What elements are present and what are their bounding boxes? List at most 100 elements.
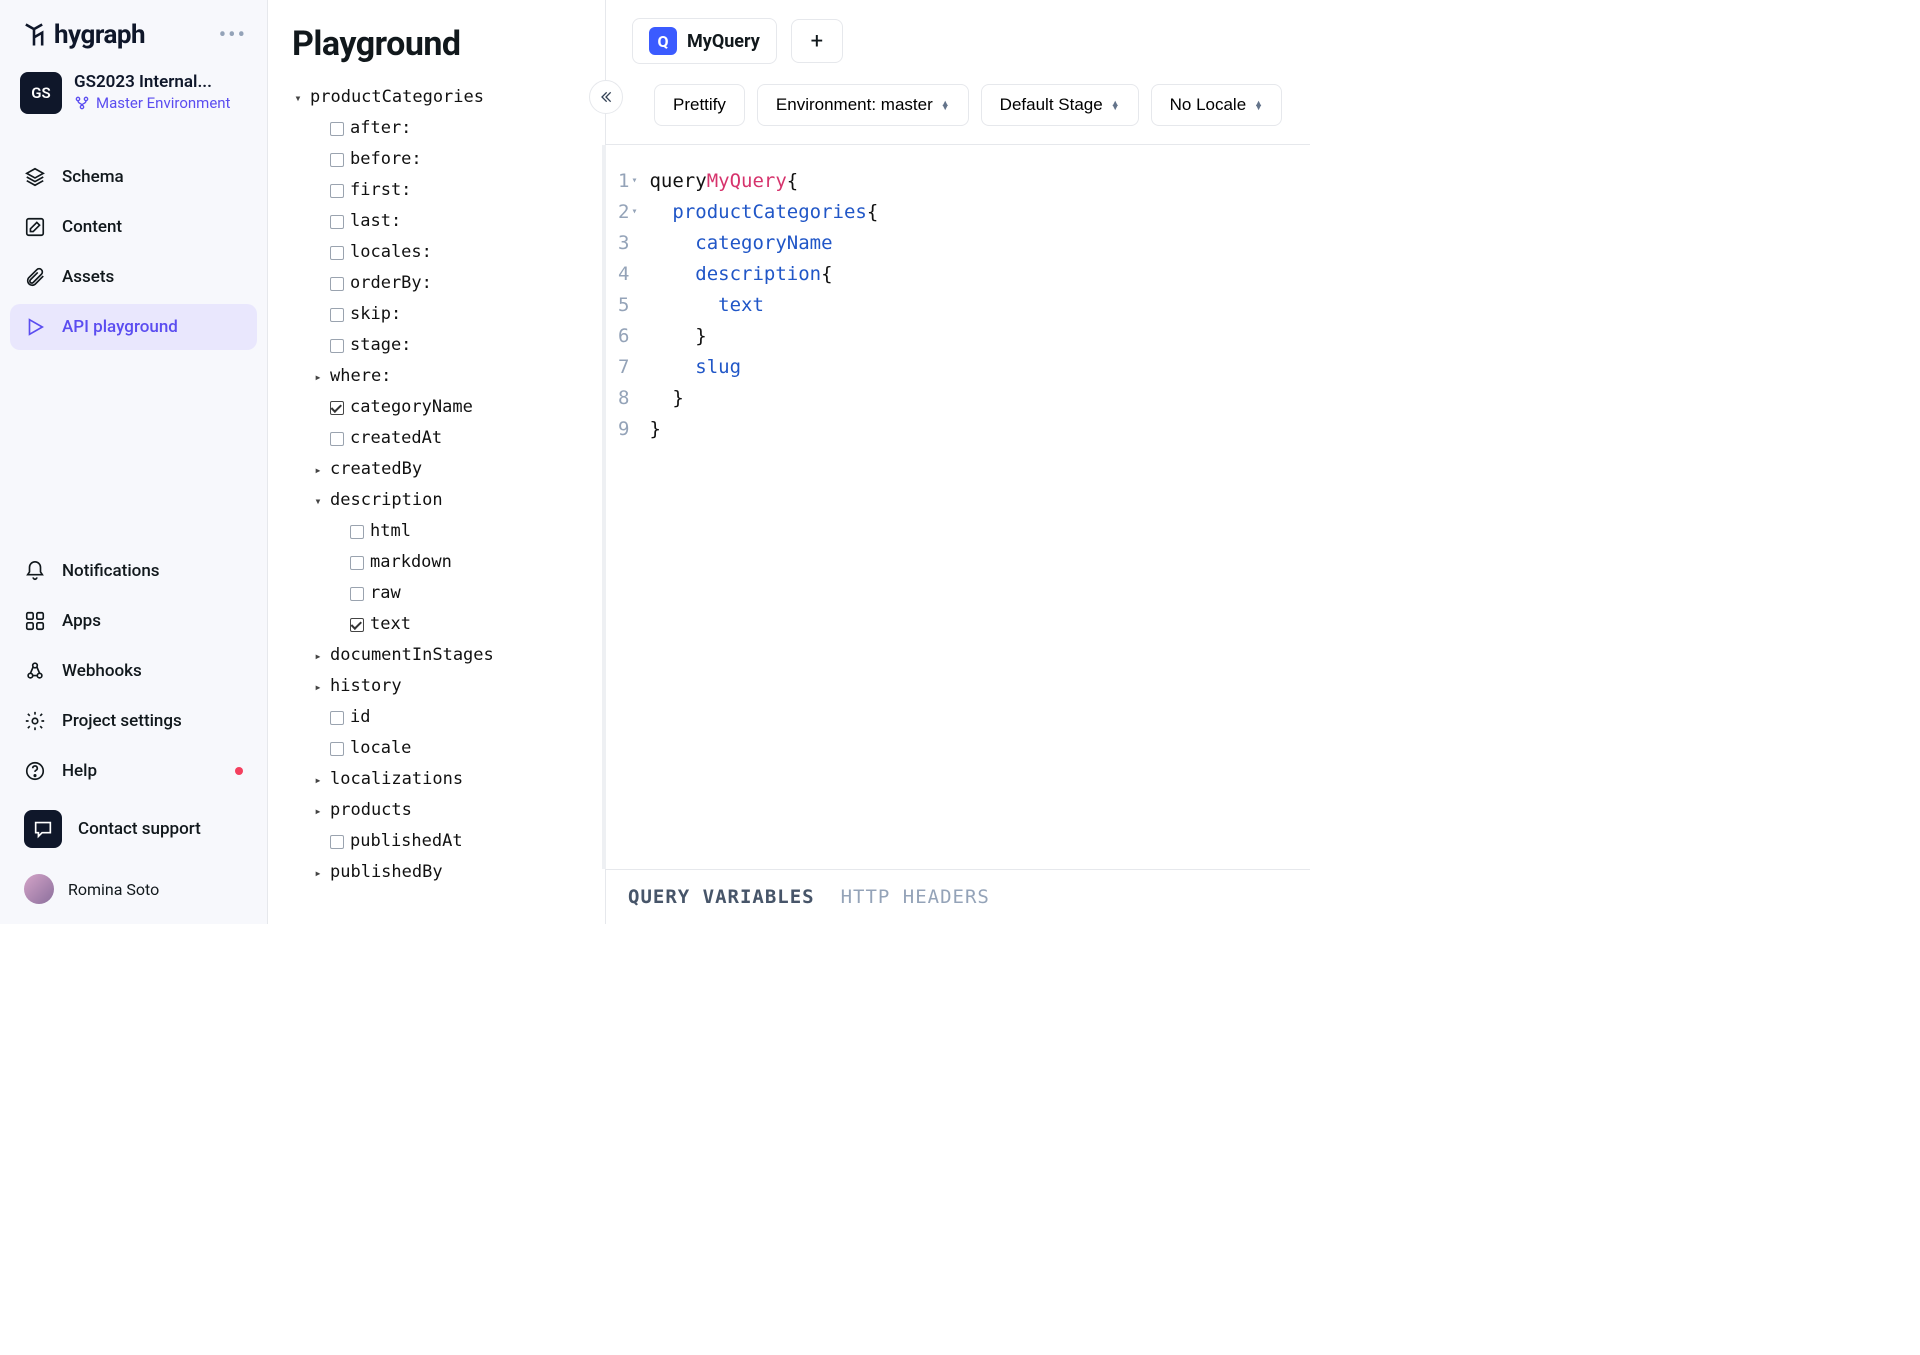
tab-http-headers[interactable]: HTTP HEADERS — [841, 886, 990, 908]
checkbox-icon[interactable] — [330, 308, 344, 322]
user-name: Romina Soto — [68, 880, 159, 899]
explorer-field-locales[interactable]: locales: — [292, 237, 589, 268]
code-lines[interactable]: query MyQuery { productCategories { cate… — [649, 165, 878, 869]
explorer-field-description[interactable]: ▾description — [292, 485, 589, 516]
explorer-field-products[interactable]: ▸products — [292, 795, 589, 826]
checkbox-icon[interactable] — [330, 835, 344, 849]
environment-select[interactable]: Environment: master ▲▼ — [757, 84, 969, 126]
checkbox-icon[interactable] — [330, 742, 344, 756]
plus-icon: + — [811, 29, 823, 54]
code-line[interactable]: query MyQuery { — [649, 165, 878, 196]
explorer-field-orderby[interactable]: orderBy: — [292, 268, 589, 299]
brand-logo[interactable]: hygraph — [20, 20, 145, 50]
code-line[interactable]: slug — [649, 351, 878, 382]
nav-content[interactable]: Content — [10, 204, 257, 250]
checkbox-icon[interactable] — [330, 432, 344, 446]
nav-webhooks[interactable]: Webhooks — [10, 648, 257, 694]
prettify-button[interactable]: Prettify — [654, 84, 745, 126]
explorer-field-documentinstages[interactable]: ▸documentInStages — [292, 640, 589, 671]
explorer-field-where[interactable]: ▸where: — [292, 361, 589, 392]
chevron-right-icon: ▸ — [312, 867, 324, 879]
field-label: locale — [350, 740, 411, 757]
explorer-field-categoryname[interactable]: categoryName — [292, 392, 589, 423]
code-line[interactable]: productCategories { — [649, 196, 878, 227]
checkbox-icon[interactable] — [330, 339, 344, 353]
notification-dot-icon — [235, 767, 243, 775]
tab-query-variables[interactable]: QUERY VARIABLES — [628, 886, 815, 908]
nav-schema[interactable]: Schema — [10, 154, 257, 200]
add-tab-button[interactable]: + — [791, 19, 843, 63]
field-explorer: Playground ▾productCategoriesafter:befor… — [268, 0, 606, 924]
checkbox-icon[interactable] — [330, 122, 344, 136]
checkbox-icon[interactable] — [350, 618, 364, 632]
nav-apps[interactable]: Apps — [10, 598, 257, 644]
brand-menu-icon[interactable]: ••• — [219, 23, 247, 48]
explorer-field-last[interactable]: last: — [292, 206, 589, 237]
code-line[interactable]: } — [649, 320, 878, 351]
play-icon — [24, 316, 46, 338]
field-label: markdown — [370, 554, 452, 571]
nav-assets[interactable]: Assets — [10, 254, 257, 300]
code-line[interactable]: } — [649, 413, 878, 444]
explorer-field-before[interactable]: before: — [292, 144, 589, 175]
checkbox-icon[interactable] — [330, 153, 344, 167]
explorer-field-text[interactable]: text — [292, 609, 589, 640]
chevron-right-icon: ▸ — [312, 774, 324, 786]
collapse-explorer-button[interactable] — [589, 80, 623, 114]
field-label: productCategories — [310, 89, 484, 106]
checkbox-icon[interactable] — [330, 401, 344, 415]
code-line[interactable]: text — [649, 289, 878, 320]
explorer-field-createdby[interactable]: ▸createdBy — [292, 454, 589, 485]
editor-bottom-tabs: QUERY VARIABLES HTTP HEADERS — [606, 869, 1310, 924]
user-menu[interactable]: Romina Soto — [10, 864, 257, 914]
explorer-field-id[interactable]: id — [292, 702, 589, 733]
explorer-field-after[interactable]: after: — [292, 113, 589, 144]
checkbox-icon[interactable] — [330, 711, 344, 725]
nav-help[interactable]: Help — [10, 748, 257, 794]
chevron-right-icon: ▸ — [312, 805, 324, 817]
explorer-field-productcategories[interactable]: ▾productCategories — [292, 82, 589, 113]
checkbox-icon[interactable] — [350, 525, 364, 539]
code-line[interactable]: } — [649, 382, 878, 413]
explorer-field-publishedby[interactable]: ▸publishedBy — [292, 857, 589, 888]
checkbox-icon[interactable] — [330, 184, 344, 198]
checkbox-icon[interactable] — [330, 246, 344, 260]
query-type-badge: Q — [649, 27, 677, 55]
project-environment[interactable]: Master Environment — [74, 94, 230, 112]
explorer-field-raw[interactable]: raw — [292, 578, 589, 609]
explorer-field-html[interactable]: html — [292, 516, 589, 547]
explorer-field-stage[interactable]: stage: — [292, 330, 589, 361]
fold-icon[interactable]: ▾ — [631, 206, 637, 217]
field-label: locales: — [350, 244, 432, 261]
stage-select[interactable]: Default Stage ▲▼ — [981, 84, 1139, 126]
nav-settings[interactable]: Project settings — [10, 698, 257, 744]
sort-icon: ▲▼ — [941, 101, 950, 109]
explorer-field-first[interactable]: first: — [292, 175, 589, 206]
explorer-field-publishedat[interactable]: publishedAt — [292, 826, 589, 857]
checkbox-icon[interactable] — [330, 277, 344, 291]
project-switcher[interactable]: GS GS2023 Internal... Master Environment — [10, 60, 257, 126]
nav-api-playground[interactable]: API playground — [10, 304, 257, 350]
chevron-right-icon: ▸ — [312, 371, 324, 383]
field-label: orderBy: — [350, 275, 432, 292]
code-editor[interactable]: 1▾2▾3 4 5 6 7 8 9 query MyQuery { produc… — [602, 145, 1310, 869]
code-line[interactable]: description { — [649, 258, 878, 289]
explorer-field-locale[interactable]: locale — [292, 733, 589, 764]
fold-icon[interactable]: ▾ — [631, 175, 637, 186]
explorer-field-markdown[interactable]: markdown — [292, 547, 589, 578]
nav-notifications[interactable]: Notifications — [10, 548, 257, 594]
line-number: 7 — [618, 351, 637, 382]
explorer-field-createdat[interactable]: createdAt — [292, 423, 589, 454]
nav-secondary: Notifications Apps Webhooks Project sett… — [10, 548, 257, 914]
code-line[interactable]: categoryName — [649, 227, 878, 258]
locale-select[interactable]: No Locale ▲▼ — [1151, 84, 1282, 126]
checkbox-icon[interactable] — [350, 587, 364, 601]
explorer-field-history[interactable]: ▸history — [292, 671, 589, 702]
chevron-down-icon: ▾ — [312, 495, 324, 507]
checkbox-icon[interactable] — [350, 556, 364, 570]
checkbox-icon[interactable] — [330, 215, 344, 229]
nav-contact-support[interactable]: Contact support — [10, 798, 257, 860]
explorer-field-skip[interactable]: skip: — [292, 299, 589, 330]
query-tab-active[interactable]: Q MyQuery — [632, 18, 777, 64]
explorer-field-localizations[interactable]: ▸localizations — [292, 764, 589, 795]
